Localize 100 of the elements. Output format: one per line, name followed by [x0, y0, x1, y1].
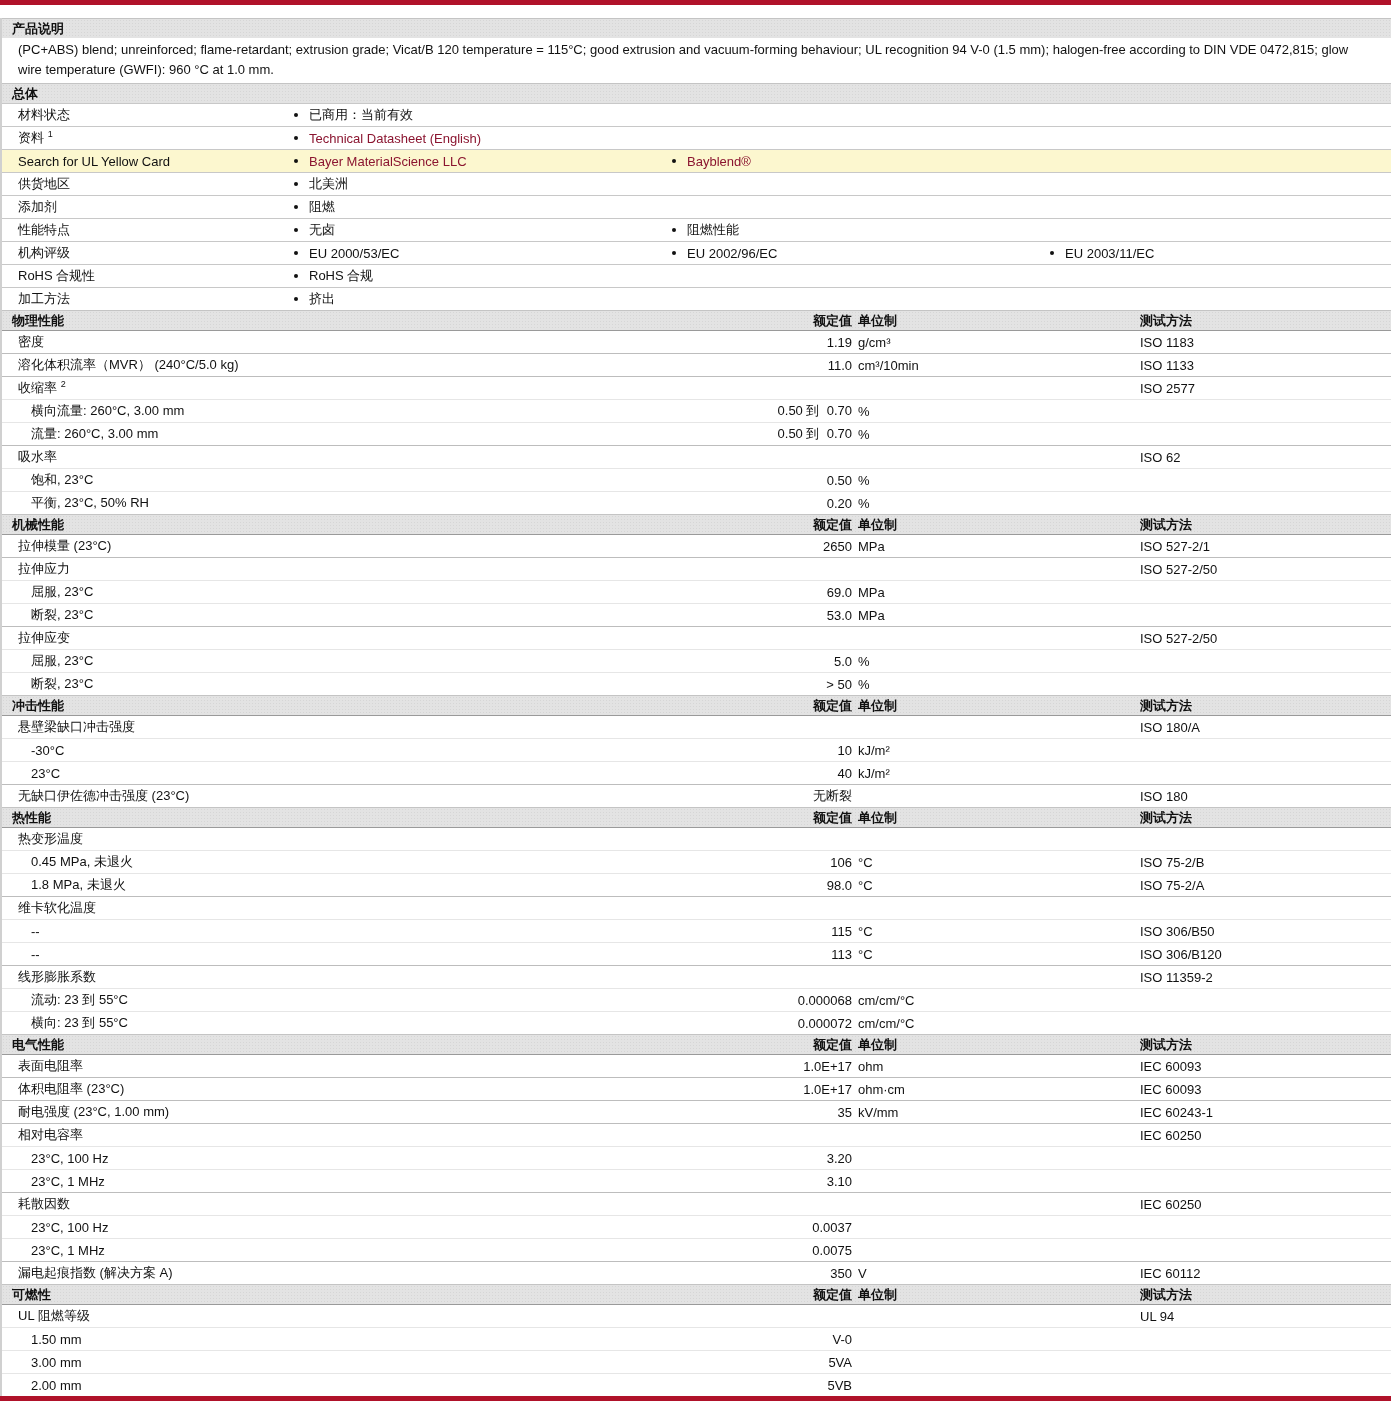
column-heading: 单位制: [858, 696, 898, 715]
property-value: 阻燃: [309, 198, 335, 216]
property-label: Search for UL Yellow Card: [17, 153, 171, 169]
column-heading: 额定值: [812, 808, 852, 827]
property-label: -30°C: [30, 742, 66, 758]
column-heading: 测试方法: [1140, 311, 1193, 330]
column-heading: 额定值: [812, 696, 852, 715]
bullet-icon: [294, 251, 298, 255]
test-method: ISO 75-2/B: [1140, 854, 1206, 870]
property-value: 0.000068: [796, 992, 852, 1008]
property-value: 1.0E+17: [802, 1081, 852, 1097]
test-method: ISO 527-2/1: [1140, 538, 1212, 554]
property-value: 5VB: [826, 1377, 852, 1393]
unit-label: %: [858, 472, 871, 488]
property-label: 23°C, 100 Hz: [30, 1219, 110, 1235]
test-method: ISO 527-2/50: [1140, 630, 1219, 646]
property-label: --: [30, 946, 41, 962]
property-label: 横向: 23 到 55°C: [30, 1014, 129, 1032]
property-value: 10: [836, 742, 852, 758]
property-label: 密度: [17, 333, 45, 351]
unit-label: %: [858, 676, 871, 692]
property-label: 23°C, 1 MHz: [30, 1173, 106, 1189]
property-value: 3.20: [825, 1150, 852, 1166]
property-label: 拉伸应变: [17, 629, 71, 647]
property-value: 2650: [822, 538, 852, 554]
property-label: 悬壁梁缺口冲击强度: [17, 718, 136, 736]
property-label: 0.45 MPa, 未退火: [30, 853, 134, 871]
column-heading: 额定值: [812, 311, 852, 330]
value-link[interactable]: Bayer MaterialScience LLC: [309, 153, 467, 169]
test-method: ISO 180/A: [1140, 719, 1201, 735]
unit-label: kJ/m²: [858, 742, 891, 758]
test-method: ISO 1133: [1140, 357, 1195, 373]
unit-label: kJ/m²: [858, 765, 891, 781]
unit-label: cm/cm/°C: [858, 992, 916, 1008]
property-value: 113: [830, 946, 852, 962]
column-heading: 测试方法: [1140, 808, 1193, 827]
bullet-icon: [294, 228, 298, 232]
test-method: ISO 1183: [1140, 334, 1195, 350]
property-label: 23°C, 1 MHz: [30, 1242, 106, 1258]
unit-label: cm³/10min: [858, 357, 920, 373]
property-value: 1.0E+17: [802, 1058, 852, 1074]
bullet-icon: [294, 136, 298, 140]
bullet-icon: [294, 159, 298, 163]
property-label: 耗散因数: [17, 1195, 71, 1213]
column-heading: 单位制: [858, 1285, 898, 1304]
unit-label: kV/mm: [858, 1104, 900, 1120]
unit-label: ohm·cm: [858, 1081, 906, 1097]
property-value: EU 2002/96/EC: [687, 245, 778, 261]
property-value: 1.19: [825, 334, 852, 350]
bullet-icon: [294, 274, 298, 278]
property-label: 2.00 mm: [30, 1377, 83, 1393]
property-value: 已商用：当前有效: [309, 106, 413, 124]
property-label: 饱和, 23°C: [30, 471, 95, 489]
property-value: 5.0: [832, 653, 852, 669]
unit-label: cm/cm/°C: [858, 1015, 916, 1031]
test-method: IEC 60250: [1140, 1196, 1203, 1212]
bullet-icon: [1050, 251, 1054, 255]
bullet-icon: [672, 251, 676, 255]
property-label: 吸水率: [17, 448, 58, 466]
test-method: IEC 60112: [1140, 1265, 1202, 1281]
property-label: 3.00 mm: [30, 1354, 83, 1370]
property-label: 加工方法: [17, 290, 71, 308]
property-label: 拉伸模量 (23°C): [17, 537, 113, 555]
property-label: 1.50 mm: [30, 1331, 83, 1347]
property-label: 相对电容率: [17, 1126, 84, 1144]
section-title: 机械性能: [10, 515, 65, 534]
property-label: --: [30, 923, 41, 939]
property-label: 23°C, 100 Hz: [30, 1150, 110, 1166]
property-label: 断裂, 23°C: [30, 675, 95, 693]
property-label: 材料状态: [17, 106, 71, 124]
property-label: 流动: 23 到 55°C: [30, 991, 129, 1009]
section-title: 总体: [10, 84, 39, 103]
column-heading: 测试方法: [1140, 696, 1193, 715]
unit-label: °C: [858, 923, 874, 939]
unit-label: MPa: [858, 584, 886, 600]
unit-label: °C: [858, 854, 874, 870]
unit-label: %: [858, 403, 871, 419]
bullet-icon: [294, 113, 298, 117]
value-link[interactable]: Technical Datasheet (English): [309, 130, 481, 146]
column-heading: 测试方法: [1140, 1035, 1193, 1054]
property-value: 0.0037: [811, 1219, 852, 1235]
unit-label: V: [858, 1265, 868, 1281]
property-value: 0.000072: [796, 1015, 852, 1031]
property-label: 断裂, 23°C: [30, 606, 95, 624]
column-heading: 单位制: [858, 1035, 898, 1054]
unit-label: %: [858, 426, 871, 442]
value-link[interactable]: Bayblend®: [687, 153, 751, 169]
column-heading: 单位制: [858, 311, 898, 330]
bullet-icon: [294, 297, 298, 301]
property-label: 屈服, 23°C: [30, 583, 95, 601]
property-value: EU 2003/11/EC: [1065, 245, 1155, 261]
test-method: ISO 75-2/A: [1140, 877, 1206, 893]
section-title: 电气性能: [11, 1035, 65, 1054]
property-label: 表面电阻率: [17, 1057, 84, 1075]
test-method: IEC 60093: [1140, 1081, 1203, 1097]
property-value: 98.0: [825, 877, 852, 893]
property-value: EU 2000/53/EC: [309, 245, 400, 261]
property-label: 流量: 260°C, 3.00 mm: [30, 425, 160, 443]
property-label: 23°C: [30, 765, 62, 781]
test-method: ISO 306/B50: [1140, 923, 1216, 939]
